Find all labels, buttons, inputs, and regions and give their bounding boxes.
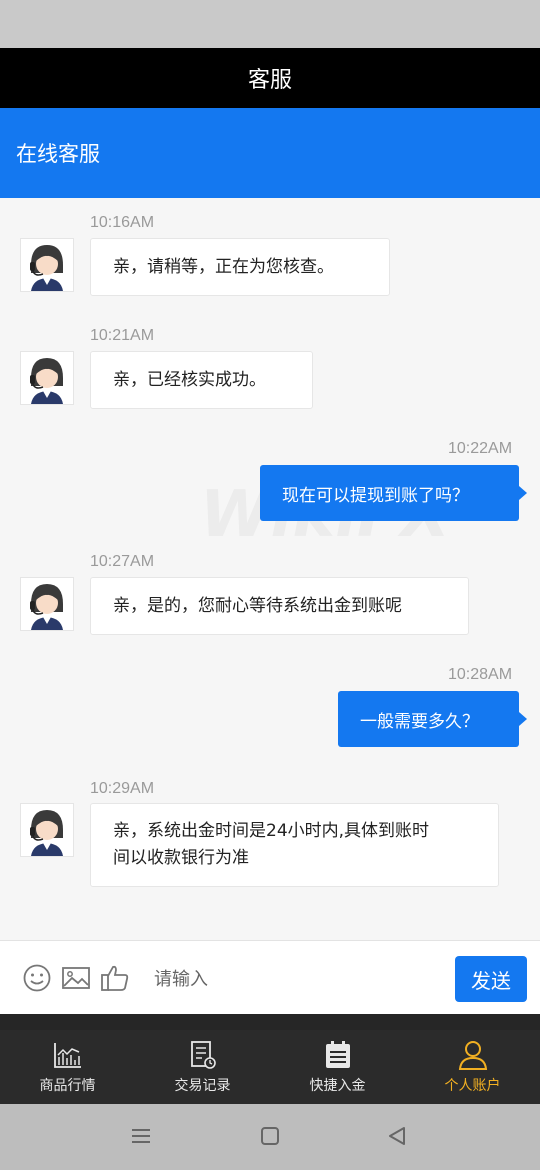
agent-avatar-icon xyxy=(30,584,63,630)
agent-avatar xyxy=(20,238,74,292)
agent-message: 亲，是的，您耐心等待系统出金到账呢 xyxy=(90,577,469,635)
back-icon[interactable] xyxy=(386,1125,408,1147)
agent-avatar-icon xyxy=(30,810,63,856)
agent-avatar xyxy=(20,803,74,857)
calendar-icon xyxy=(325,1041,350,1068)
record-icon xyxy=(190,1041,216,1069)
service-bar-label: 在线客服 xyxy=(16,142,100,166)
message-text: 亲，请稍等，正在为您核查。 xyxy=(113,256,334,277)
message-text: 亲，是的，您耐心等待系统出金到账呢 xyxy=(113,595,402,616)
message-text: 一般需要多久？ xyxy=(360,711,479,732)
message-time: 10:29AM xyxy=(90,780,155,797)
divider xyxy=(0,1014,540,1030)
message-input-bar: 请输入 发送 xyxy=(0,940,540,1014)
message-time: 10:27AM xyxy=(90,553,155,570)
user-message: 现在可以提现到账了吗？ xyxy=(260,465,527,521)
agent-avatar xyxy=(20,577,74,631)
tab-label: 快捷入金 xyxy=(309,1078,366,1094)
message-time: 10:22AM xyxy=(448,440,513,457)
agent-avatar-icon xyxy=(30,358,63,404)
image-icon[interactable] xyxy=(61,963,91,993)
tab-market-quotes[interactable]: 商品行情 xyxy=(0,1030,135,1104)
message-input[interactable]: 请输入 xyxy=(154,965,208,991)
home-icon[interactable] xyxy=(259,1125,281,1147)
user-message: 一般需要多久？ xyxy=(338,691,527,747)
message-time: 10:28AM xyxy=(448,666,513,683)
page-title: 客服 xyxy=(247,68,292,93)
agent-avatar xyxy=(20,351,74,405)
user-icon xyxy=(458,1041,487,1070)
chat-area[interactable]: WikiFX WikiFX WikiFX 10:16AM 亲，请稍等，正在为您核… xyxy=(0,198,540,940)
message-time: 10:21AM xyxy=(90,327,155,344)
message-text-line-2: 间以收款银行为准 xyxy=(113,848,249,868)
tab-personal-account[interactable]: 个人账户 xyxy=(405,1030,540,1104)
bottom-tab-bar: 商品行情 交易记录 快捷入金 个人账户 xyxy=(0,1030,540,1104)
chart-icon xyxy=(53,1043,81,1068)
tab-label: 交易记录 xyxy=(174,1078,231,1094)
tab-label: 个人账户 xyxy=(444,1078,501,1094)
message-text: 现在可以提现到账了吗？ xyxy=(282,485,469,506)
emoji-icon[interactable] xyxy=(22,963,52,993)
watermark: WikiFX xyxy=(220,198,470,212)
thumbs-up-icon[interactable] xyxy=(100,963,130,993)
message-time: 10:16AM xyxy=(90,214,155,231)
app-header: 客服 xyxy=(0,48,540,108)
system-nav-bar xyxy=(0,1104,540,1170)
status-strip xyxy=(0,0,540,48)
tab-trade-records[interactable]: 交易记录 xyxy=(135,1030,270,1104)
message-text: 亲，已经核实成功。 xyxy=(113,369,266,390)
tab-label: 商品行情 xyxy=(39,1078,96,1094)
online-service-bar: 在线客服 xyxy=(0,108,540,198)
agent-avatar-icon xyxy=(30,245,63,291)
agent-message: 亲，已经核实成功。 xyxy=(90,351,313,409)
agent-message: 亲，系统出金时间是24小时内,具体到账时 间以收款银行为准 xyxy=(90,803,499,887)
send-button[interactable]: 发送 xyxy=(455,956,527,1002)
menu-icon[interactable] xyxy=(130,1125,152,1147)
agent-message: 亲，请稍等，正在为您核查。 xyxy=(90,238,390,296)
tab-quick-deposit[interactable]: 快捷入金 xyxy=(270,1030,405,1104)
message-text-line-1: 亲，系统出金时间是24小时内,具体到账时 xyxy=(113,821,430,841)
